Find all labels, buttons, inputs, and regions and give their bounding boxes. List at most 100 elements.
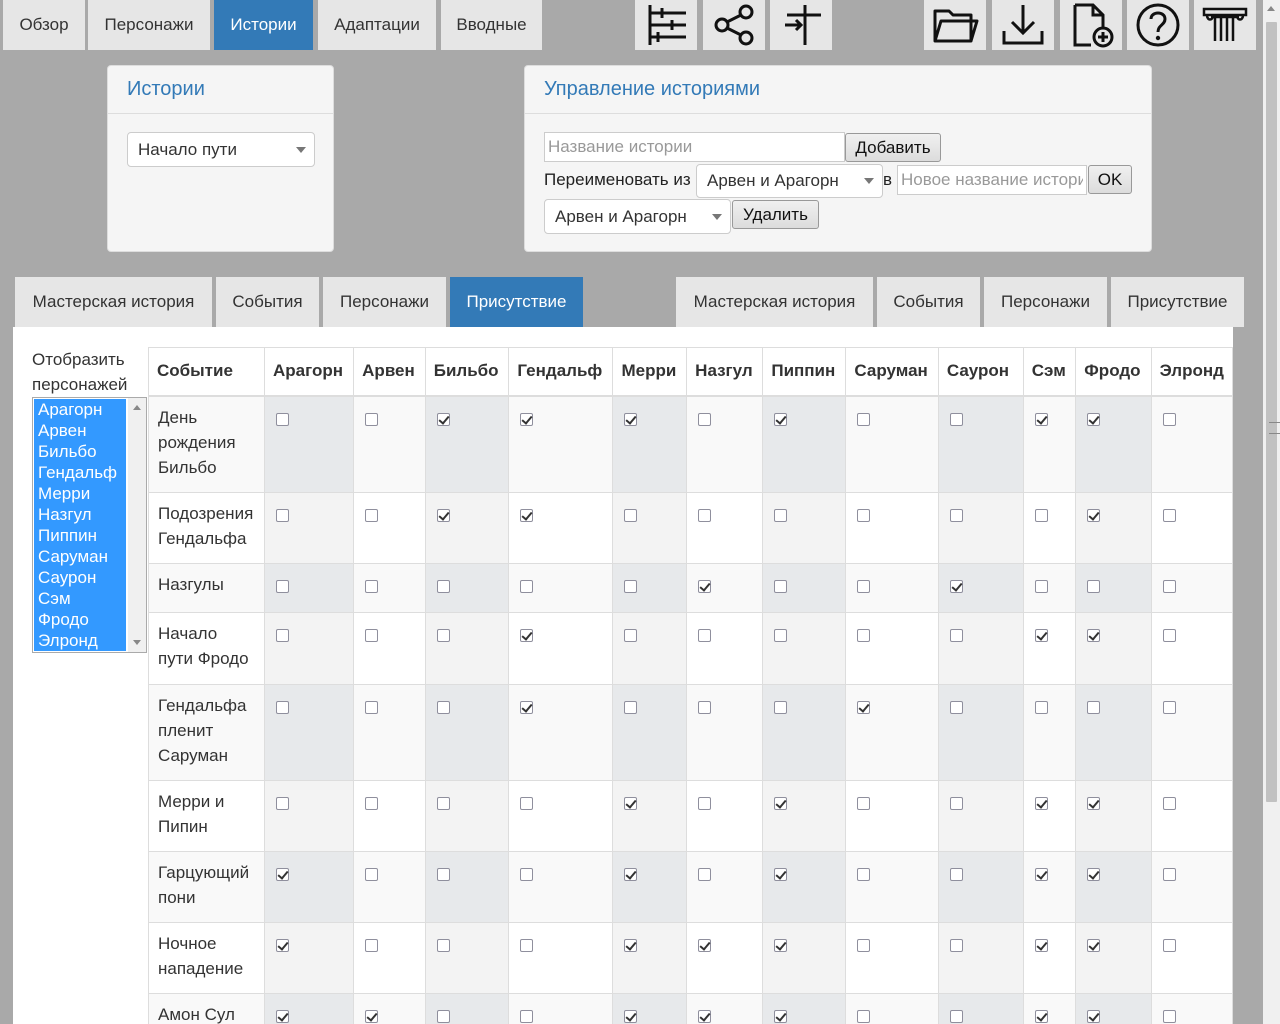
timeline-button[interactable]	[635, 0, 697, 50]
presence-checkbox[interactable]	[698, 1010, 712, 1023]
presence-checkbox[interactable]	[1087, 939, 1101, 952]
presence-checkbox[interactable]	[365, 1010, 379, 1023]
presence-checkbox[interactable]	[1087, 412, 1101, 426]
presence-checkbox[interactable]	[774, 868, 788, 881]
right-subtab-master-story[interactable]: Мастерская история	[676, 277, 873, 327]
presence-checkbox[interactable]	[1034, 412, 1048, 426]
presence-checkbox[interactable]	[276, 701, 290, 714]
presence-checkbox[interactable]	[520, 580, 534, 593]
character-option[interactable]: Бильбо	[34, 441, 126, 462]
presence-checkbox[interactable]	[520, 509, 534, 522]
presence-checkbox[interactable]	[698, 412, 712, 426]
presence-checkbox[interactable]	[436, 797, 450, 810]
rename-from-select[interactable]: Арвен и Арагорн	[696, 164, 883, 198]
share-button[interactable]	[703, 0, 765, 50]
presence-checkbox[interactable]	[698, 939, 712, 952]
characters-listbox[interactable]: Арагорн Арвен Бильбо Гендальф Мерри Назгул Пип…	[32, 397, 147, 653]
presence-checkbox[interactable]	[1087, 1010, 1101, 1023]
presence-checkbox[interactable]	[276, 797, 290, 810]
presence-checkbox[interactable]	[857, 509, 871, 522]
presence-checkbox[interactable]	[624, 1010, 638, 1023]
presence-checkbox[interactable]	[624, 629, 638, 642]
presence-checkbox[interactable]	[774, 580, 788, 593]
presence-checkbox[interactable]	[698, 629, 712, 642]
presence-checkbox[interactable]	[520, 629, 534, 642]
presence-checkbox[interactable]	[857, 1010, 871, 1023]
presence-checkbox[interactable]	[436, 1010, 450, 1023]
right-subtab-presence[interactable]: Присутствие	[1111, 277, 1244, 327]
presence-checkbox[interactable]	[365, 580, 379, 593]
presence-checkbox[interactable]	[436, 509, 450, 522]
presence-checkbox[interactable]	[949, 939, 963, 952]
presence-checkbox[interactable]	[774, 629, 788, 642]
download-button[interactable]	[992, 0, 1054, 50]
presence-checkbox[interactable]	[1087, 509, 1101, 522]
character-option[interactable]: Гендальф	[34, 462, 126, 483]
presence-checkbox[interactable]	[949, 701, 963, 714]
presence-checkbox[interactable]	[1162, 629, 1176, 642]
presence-checkbox[interactable]	[857, 797, 871, 810]
presence-checkbox[interactable]	[949, 509, 963, 522]
character-option[interactable]: Элронд	[34, 630, 126, 651]
presence-checkbox[interactable]	[624, 509, 638, 522]
presence-checkbox[interactable]	[520, 1010, 534, 1023]
presence-checkbox[interactable]	[365, 939, 379, 952]
character-option[interactable]: Арагорн	[34, 399, 126, 420]
presence-checkbox[interactable]	[1087, 629, 1101, 642]
new-story-name-input[interactable]	[897, 165, 1087, 195]
subtab-presence[interactable]: Присутствие	[450, 277, 583, 327]
presence-checkbox[interactable]	[1034, 868, 1048, 881]
presence-checkbox[interactable]	[1034, 629, 1048, 642]
presence-checkbox[interactable]	[436, 580, 450, 593]
presence-checkbox[interactable]	[1162, 797, 1176, 810]
rename-ok-button[interactable]: OK	[1088, 165, 1132, 194]
presence-checkbox[interactable]	[276, 1010, 290, 1023]
presence-checkbox[interactable]	[774, 701, 788, 714]
story-name-input[interactable]	[544, 132, 845, 162]
right-subtab-events[interactable]: События	[877, 277, 980, 327]
columns-button[interactable]	[1194, 0, 1256, 50]
presence-checkbox[interactable]	[1034, 939, 1048, 952]
presence-checkbox[interactable]	[624, 797, 638, 810]
tab-briefings[interactable]: Вводные	[441, 0, 542, 50]
tab-stories[interactable]: Истории	[214, 0, 313, 50]
presence-checkbox[interactable]	[1087, 797, 1101, 810]
presence-checkbox[interactable]	[949, 412, 963, 426]
presence-checkbox[interactable]	[774, 797, 788, 810]
presence-checkbox[interactable]	[365, 701, 379, 714]
presence-checkbox[interactable]	[624, 701, 638, 714]
presence-checkbox[interactable]	[624, 580, 638, 593]
presence-checkbox[interactable]	[436, 868, 450, 881]
presence-checkbox[interactable]	[1034, 509, 1048, 522]
subtab-events[interactable]: События	[216, 277, 319, 327]
presence-checkbox[interactable]	[698, 797, 712, 810]
presence-checkbox[interactable]	[276, 412, 290, 426]
listbox-scrollbar[interactable]	[128, 398, 146, 652]
presence-checkbox[interactable]	[436, 939, 450, 952]
character-option[interactable]: Мерри	[34, 483, 126, 504]
character-option[interactable]: Фродо	[34, 609, 126, 630]
character-option[interactable]: Саруман	[34, 546, 126, 567]
presence-checkbox[interactable]	[624, 868, 638, 881]
presence-checkbox[interactable]	[520, 868, 534, 881]
presence-checkbox[interactable]	[276, 580, 290, 593]
presence-checkbox[interactable]	[520, 797, 534, 810]
presence-checkbox[interactable]	[1162, 1010, 1176, 1023]
new-file-button[interactable]	[1060, 0, 1122, 50]
tab-characters[interactable]: Персонажи	[88, 0, 210, 50]
presence-checkbox[interactable]	[1034, 797, 1048, 810]
presence-checkbox[interactable]	[276, 509, 290, 522]
presence-checkbox[interactable]	[1087, 701, 1101, 714]
subtab-master-story[interactable]: Мастерская история	[15, 277, 212, 327]
right-subtab-characters[interactable]: Персонажи	[984, 277, 1107, 327]
story-select[interactable]: Начало пути	[127, 132, 315, 167]
presence-checkbox[interactable]	[436, 412, 450, 426]
presence-checkbox[interactable]	[857, 868, 871, 881]
delete-story-select[interactable]: Арвен и Арагорн	[544, 199, 731, 234]
presence-checkbox[interactable]	[774, 509, 788, 522]
presence-checkbox[interactable]	[365, 412, 379, 426]
presence-checkbox[interactable]	[365, 509, 379, 522]
presence-checkbox[interactable]	[949, 629, 963, 642]
scrollbar-thumb[interactable]	[1266, 22, 1280, 802]
presence-checkbox[interactable]	[698, 868, 712, 881]
